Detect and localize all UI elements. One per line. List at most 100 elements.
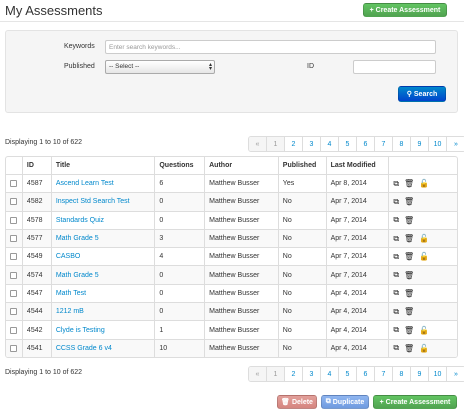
page-number-button[interactable]: 7 — [375, 367, 393, 381]
trash-icon[interactable]: 🗑 — [404, 307, 414, 316]
column-header-last-modified[interactable]: Last Modified — [325, 157, 389, 174]
column-header-questions[interactable]: Questions — [154, 157, 204, 174]
row-checkbox[interactable] — [10, 344, 18, 352]
assessment-title-link[interactable]: Inspect Std Search Test — [56, 198, 130, 205]
row-checkbox[interactable] — [10, 235, 18, 243]
page-number-button[interactable]: 3 — [303, 367, 321, 381]
table-row: 4544 1212 mB 0 Matthew Busser No Apr 4, 2014 ⧉… — [6, 302, 457, 321]
copy-icon[interactable]: ⧉ — [393, 215, 399, 225]
page-number-button[interactable]: 8 — [393, 367, 411, 381]
assessment-title-link[interactable]: 1212 mB — [56, 308, 84, 315]
assessment-title-link[interactable]: Math Grade 5 — [56, 272, 99, 279]
page-first-button[interactable]: « — [249, 137, 267, 151]
trash-icon[interactable]: 🗑 — [404, 197, 414, 206]
duplicate-button[interactable]: ⧉ Duplicate — [321, 395, 369, 409]
page-last-button[interactable]: » — [447, 137, 464, 151]
cell-id: 4577 — [21, 229, 51, 248]
row-checkbox[interactable] — [10, 326, 18, 334]
cell-author: Matthew Busser — [204, 229, 278, 248]
cell-author: Matthew Busser — [204, 175, 278, 193]
cell-last-modified: Apr 7, 2014 — [325, 229, 389, 248]
page-number-button[interactable]: 9 — [411, 367, 429, 381]
row-checkbox[interactable] — [10, 216, 18, 224]
keywords-label: Keywords — [64, 43, 95, 50]
page-number-button[interactable]: 5 — [339, 367, 357, 381]
assessment-title-link[interactable]: CCSS Grade 6 v4 — [56, 345, 112, 352]
header-select-cell — [6, 157, 22, 174]
trash-icon[interactable]: 🗑 — [404, 179, 414, 188]
assessment-title-link[interactable]: Math Test — [56, 290, 86, 297]
row-select-cell — [6, 248, 22, 265]
page-number-button[interactable]: 2 — [285, 137, 303, 151]
page-number-button[interactable]: 9 — [411, 137, 429, 151]
copy-icon[interactable]: ⧉ — [393, 197, 399, 207]
copy-icon[interactable]: ⧉ — [393, 179, 399, 189]
page-last-button[interactable]: » — [447, 367, 464, 381]
cell-last-modified: Apr 7, 2014 — [325, 266, 389, 284]
lock-icon[interactable]: 🔓 — [419, 326, 429, 335]
page-number-button[interactable]: 4 — [321, 367, 339, 381]
trash-icon[interactable]: 🗑 — [404, 216, 414, 225]
page-first-button[interactable]: « — [249, 367, 267, 381]
trash-icon[interactable]: 🗑 — [404, 326, 414, 335]
create-assessment-button-bottom[interactable]: + Create Assessment — [373, 395, 457, 409]
cell-title: Math Grade 5 — [50, 229, 155, 248]
row-checkbox[interactable] — [10, 198, 18, 206]
column-header-author[interactable]: Author — [204, 157, 278, 174]
row-checkbox[interactable] — [10, 253, 18, 261]
copy-icon[interactable]: ⧉ — [393, 307, 399, 317]
copy-icon[interactable]: ⧉ — [393, 343, 399, 353]
cell-title: CCSS Grade 6 v4 — [50, 339, 155, 357]
cell-questions: 0 — [154, 211, 204, 229]
page-number-button[interactable]: 6 — [357, 137, 375, 151]
keywords-input[interactable] — [105, 40, 436, 54]
trash-icon[interactable]: 🗑 — [404, 344, 414, 353]
assessment-title-link[interactable]: Ascend Learn Test — [56, 180, 114, 187]
page-number-button[interactable]: 10 — [429, 137, 447, 151]
column-header-published[interactable]: Published — [277, 157, 326, 174]
cell-last-modified: Apr 7, 2014 — [325, 193, 389, 211]
page-number-button[interactable]: 5 — [339, 137, 357, 151]
column-header-title[interactable]: Title — [50, 157, 155, 174]
trash-icon[interactable]: 🗑 — [404, 271, 414, 280]
page-number-button[interactable]: 1 — [267, 137, 285, 151]
page-number-button[interactable]: 4 — [321, 137, 339, 151]
copy-icon[interactable]: ⧉ — [393, 234, 399, 244]
page-number-button[interactable]: 10 — [429, 367, 447, 381]
page-number-button[interactable]: 8 — [393, 137, 411, 151]
row-select-cell — [6, 303, 22, 320]
lock-icon[interactable]: 🔓 — [419, 234, 429, 243]
cell-title: Math Grade 5 — [50, 266, 155, 284]
lock-icon[interactable]: 🔓 — [419, 179, 429, 188]
row-checkbox[interactable] — [10, 289, 18, 297]
trash-icon[interactable]: 🗑 — [404, 234, 414, 243]
page-number-button[interactable]: 6 — [357, 367, 375, 381]
cell-published: No — [277, 266, 326, 284]
id-input[interactable] — [353, 60, 436, 74]
create-assessment-button[interactable]: + Create Assessment — [363, 3, 447, 17]
assessment-title-link[interactable]: Standards Quiz — [56, 217, 104, 224]
page-number-button[interactable]: 7 — [375, 137, 393, 151]
assessment-title-link[interactable]: Clyde is Testing — [56, 327, 105, 334]
row-checkbox[interactable] — [10, 180, 18, 188]
copy-icon[interactable]: ⧉ — [393, 270, 399, 280]
row-checkbox[interactable] — [10, 308, 18, 316]
page-number-button[interactable]: 3 — [303, 137, 321, 151]
published-select[interactable]: -- Select -- ▴ ▾ — [105, 60, 215, 74]
lock-icon[interactable]: 🔓 — [419, 344, 429, 353]
delete-button[interactable]: 🗑 Delete — [277, 395, 317, 409]
row-checkbox[interactable] — [10, 271, 18, 279]
assessment-title-link[interactable]: Math Grade 5 — [56, 235, 99, 242]
search-button[interactable]: ⚲ Search — [398, 86, 446, 102]
trash-icon[interactable]: 🗑 — [404, 252, 414, 261]
column-header-id[interactable]: ID — [21, 157, 51, 174]
page-number-button[interactable]: 2 — [285, 367, 303, 381]
copy-icon[interactable]: ⧉ — [393, 325, 399, 335]
lock-icon[interactable]: 🔓 — [419, 252, 429, 261]
cell-last-modified: Apr 4, 2014 — [325, 339, 389, 357]
copy-icon[interactable]: ⧉ — [393, 288, 399, 298]
page-number-button[interactable]: 1 — [267, 367, 285, 381]
trash-icon[interactable]: 🗑 — [404, 289, 414, 298]
copy-icon[interactable]: ⧉ — [393, 252, 399, 262]
assessment-title-link[interactable]: CASBO — [56, 253, 81, 260]
